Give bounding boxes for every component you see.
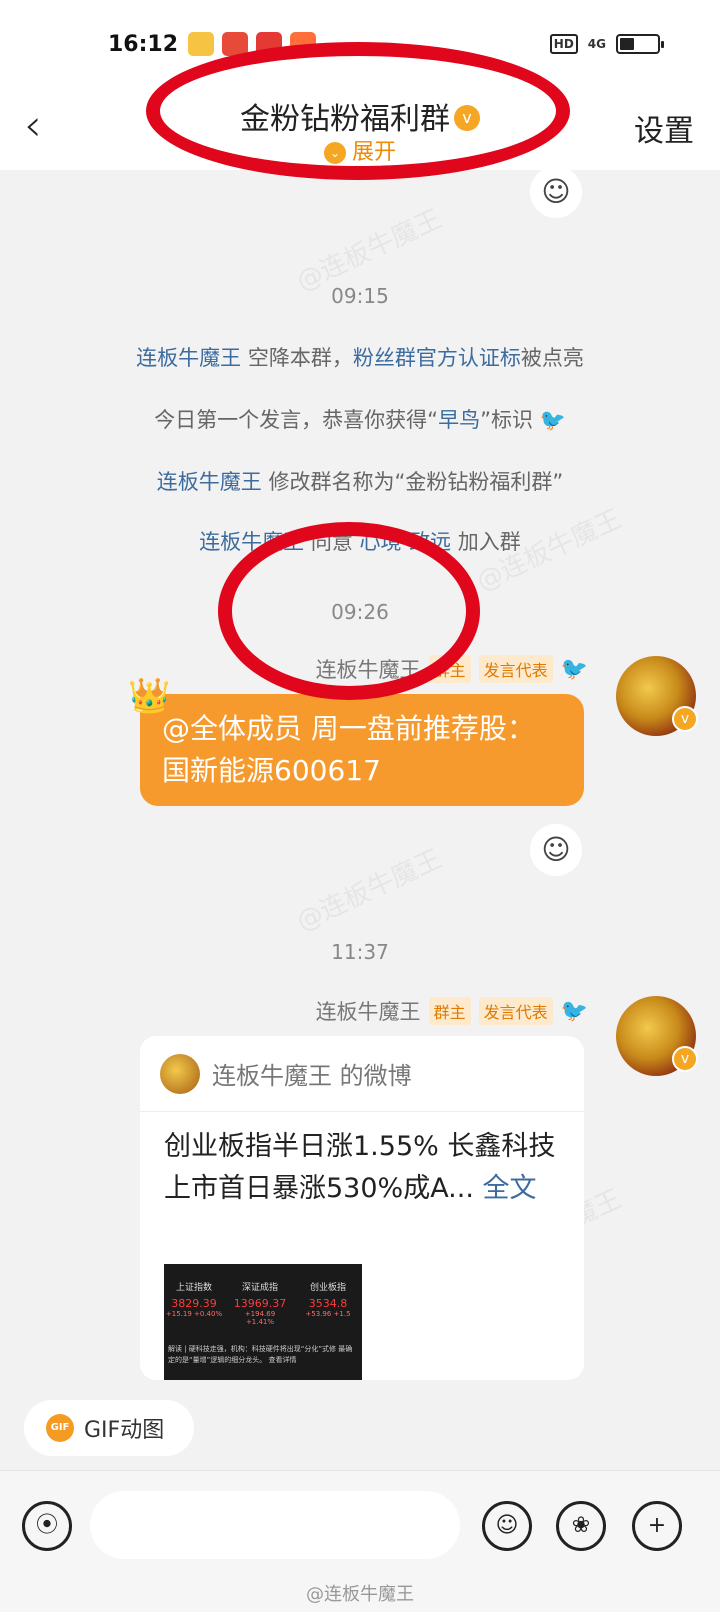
chat-header: ‹ 金粉钻粉福利群 v ⌄ 展开 设置 xyxy=(0,90,720,170)
settings-button[interactable]: 设置 xyxy=(634,106,694,150)
crown-icon: 👑 xyxy=(128,676,171,716)
message-app-icon xyxy=(290,32,316,56)
index-column: 深证成指 13969.37 +194.69 +1.41% xyxy=(233,1283,287,1326)
user-link[interactable]: 连板牛魔王 xyxy=(157,470,262,494)
card-thumbnail[interactable]: 上证指数 3829.39 +15.19 +0.40% 深证成指 13969.37… xyxy=(164,1264,362,1380)
card-title: 连板牛魔王 的微博 xyxy=(212,1062,412,1090)
read-more-link[interactable]: 全文 xyxy=(474,1173,537,1204)
verified-badge-icon: v xyxy=(672,706,698,732)
thumb-caption: 解读 | 硬科技走强，机构：科技硬件将出现“分化”式修 最确定的是“量增”逻辑的… xyxy=(168,1345,353,1364)
owner-tag: 群主 xyxy=(428,655,471,683)
gif-button[interactable]: GIF GIF动图 xyxy=(24,1400,194,1456)
weibo-share-card[interactable]: 连板牛魔王 的微博 创业板指半日涨1.55% 长鑫科技上市首日暴涨530%成A.… xyxy=(140,1036,584,1380)
sender-row: 连板牛魔王 群主 发言代表 🐦 xyxy=(316,996,588,1026)
chat-area[interactable]: @连板牛魔王 @连板牛魔王 @连板牛魔王 @连板牛魔王 ☺ 09:15 连板牛魔… xyxy=(0,166,720,1510)
timestamp: 11:37 xyxy=(331,940,389,964)
index-column: 创业板指 3534.8 +53.96 +1.5 xyxy=(305,1283,351,1318)
weibo-app-icon xyxy=(188,32,214,56)
background-watermark: @连板牛魔王 xyxy=(292,844,447,938)
voice-icon[interactable]: ⦿ xyxy=(22,1501,72,1551)
battery-icon xyxy=(616,34,664,54)
cert-link[interactable]: 粉丝群官方认证标 xyxy=(353,346,521,370)
owner-tag: 群主 xyxy=(428,997,471,1025)
system-icons: HD 4G xyxy=(549,34,664,54)
status-bar: 16:12 HD 4G xyxy=(0,0,720,90)
expand-button[interactable]: ⌄ 展开 xyxy=(0,134,720,166)
weibo-watermark: @连板牛魔王 xyxy=(306,1584,414,1605)
card-avatar xyxy=(160,1053,200,1094)
bird-icon: 🐦 xyxy=(539,408,566,432)
message-input[interactable] xyxy=(90,1491,460,1559)
message-bubble[interactable]: @全体成员 周一盘前推荐股：国新能源600617 xyxy=(140,694,584,806)
timestamp: 09:15 xyxy=(331,284,389,308)
toutiao-app-icon xyxy=(256,32,282,56)
index-column: 上证指数 3829.39 +15.19 +0.40% xyxy=(165,1283,223,1318)
verified-badge-icon: v xyxy=(454,105,480,131)
reaction-emoji-button[interactable]: ☺ xyxy=(530,166,582,218)
card-text: 创业板指半日涨1.55% 长鑫科技上市首日暴涨530%成A... 全文 xyxy=(164,1131,556,1204)
system-message: 连板牛魔王 修改群名称为“金粉钻粉福利群” xyxy=(156,470,564,494)
group-title[interactable]: 金粉钻粉福利群 v xyxy=(0,94,720,138)
bird-icon: 🐦 xyxy=(560,998,588,1024)
chevron-down-icon: ⌄ xyxy=(323,142,346,164)
reaction-emoji-button[interactable]: ☺ xyxy=(530,824,582,876)
status-time: 16:12 xyxy=(108,32,179,57)
notification-icons xyxy=(188,32,316,56)
sticker-icon[interactable]: ❀ xyxy=(556,1501,606,1551)
emoji-icon[interactable]: ☺ xyxy=(482,1501,532,1551)
user-link[interactable]: 连板牛魔王 xyxy=(199,530,304,554)
card-header: 连板牛魔王 的微博 xyxy=(140,1036,584,1112)
signal-icon: 4G xyxy=(587,37,606,51)
speaker-tag: 发言代表 xyxy=(478,997,553,1025)
user-link[interactable]: 连板牛魔王 xyxy=(136,346,241,370)
verified-badge-icon: v xyxy=(672,1046,698,1072)
sender-row: 连板牛魔王 群主 发言代表 🐦 xyxy=(316,654,588,684)
early-bird-link[interactable]: 早鸟 xyxy=(438,408,480,432)
gif-label: GIF动图 xyxy=(84,1418,165,1443)
stock-app-icon xyxy=(222,32,248,56)
plus-icon[interactable]: + xyxy=(632,1501,682,1551)
system-message: 今日第一个发言，恭喜你获得“早鸟”标识 🐦 xyxy=(154,408,566,432)
speaker-tag: 发言代表 xyxy=(478,655,553,683)
user-link[interactable]: 心境-致远 xyxy=(360,530,452,554)
bird-icon: 🐦 xyxy=(560,656,588,682)
sender-name[interactable]: 连板牛魔王 xyxy=(316,996,421,1026)
timestamp: 09:26 xyxy=(331,600,389,624)
system-message: 连板牛魔王 空降本群，粉丝群官方认证标被点亮 xyxy=(136,346,584,370)
gif-icon: GIF xyxy=(46,1414,74,1442)
sender-name[interactable]: 连板牛魔王 xyxy=(316,654,421,684)
system-message: 连板牛魔王 同意 心境-致远 加入群 xyxy=(199,530,521,554)
hd-icon: HD xyxy=(549,34,578,54)
